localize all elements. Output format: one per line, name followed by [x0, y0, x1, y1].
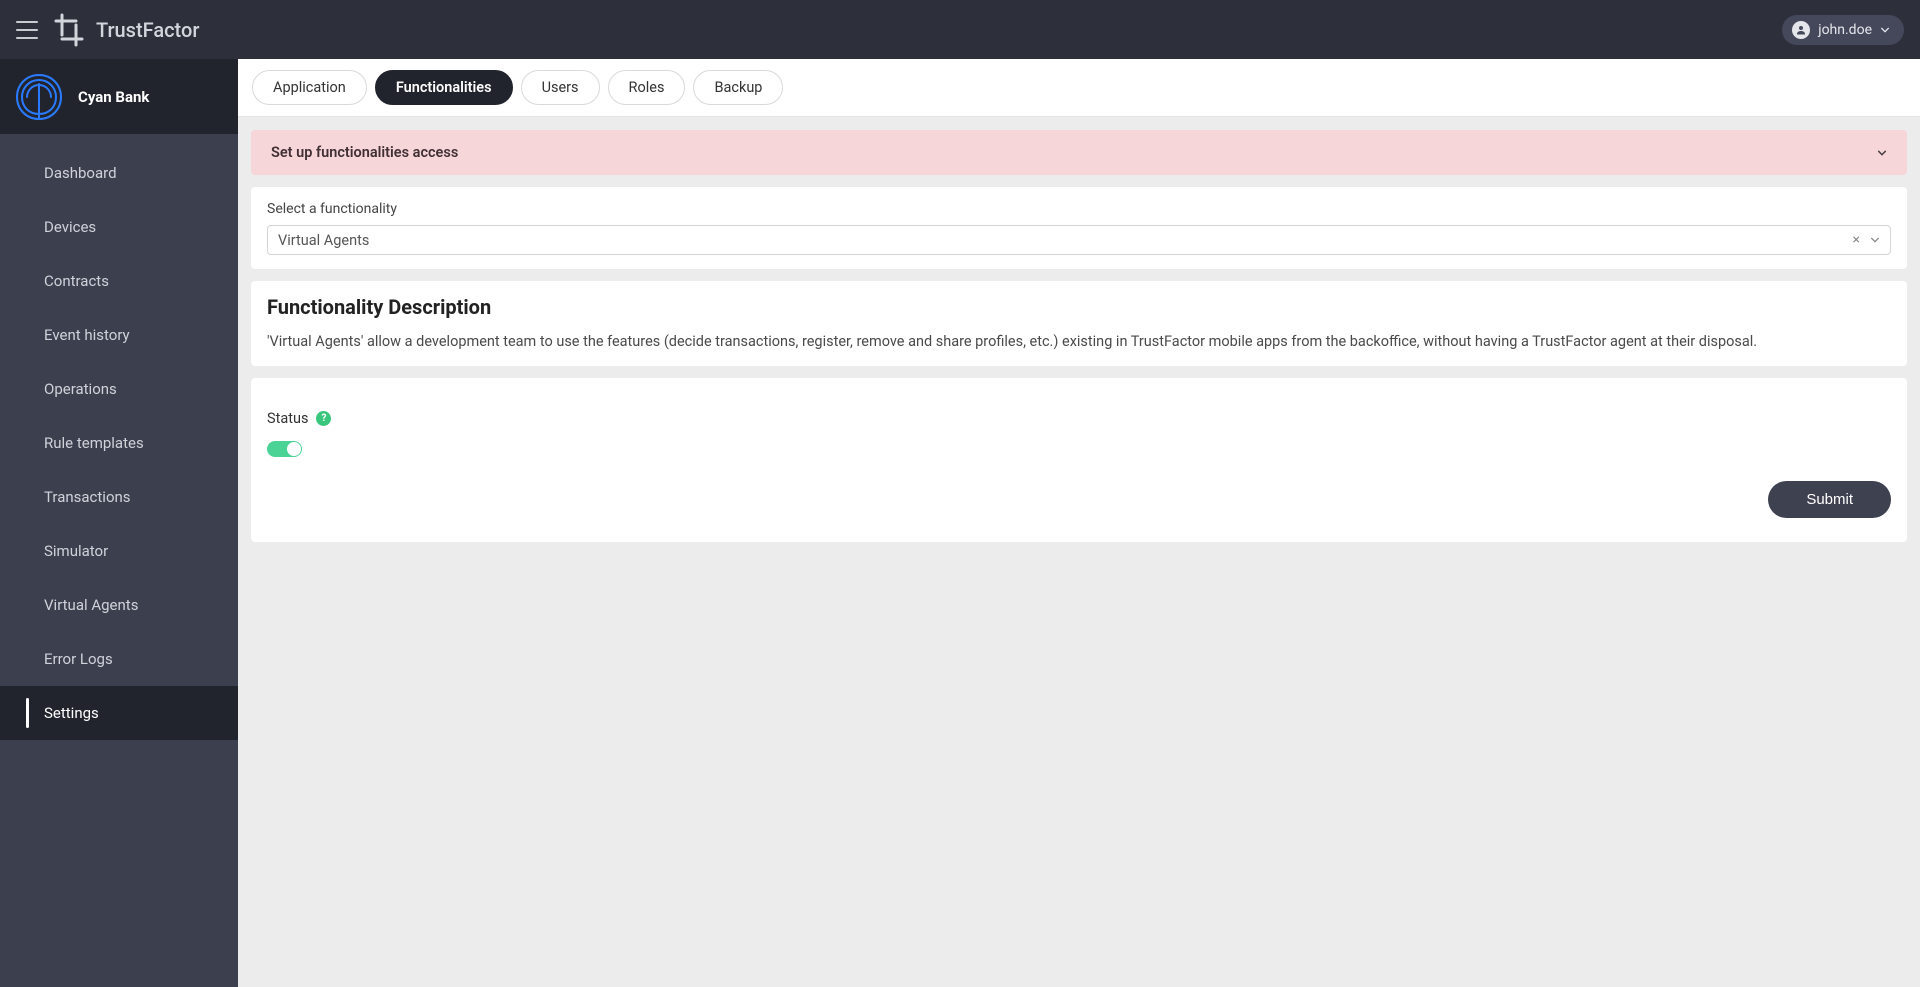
info-icon[interactable]: ? — [316, 411, 331, 426]
sidebar-item-transactions[interactable]: Transactions — [0, 470, 238, 524]
chevron-down-icon — [1870, 235, 1880, 245]
description-body: 'Virtual Agents' allow a development tea… — [267, 331, 1891, 352]
content: ApplicationFunctionalitiesUsersRolesBack… — [238, 59, 1920, 987]
functionality-select-label: Select a functionality — [267, 201, 1891, 217]
org-name: Cyan Bank — [78, 88, 149, 106]
sidebar-item-operations[interactable]: Operations — [0, 362, 238, 416]
sidebar-item-event-history[interactable]: Event history — [0, 308, 238, 362]
tab-functionalities[interactable]: Functionalities — [375, 70, 513, 105]
user-menu[interactable]: john.doe — [1782, 15, 1904, 45]
sidebar-item-rule-templates[interactable]: Rule templates — [0, 416, 238, 470]
notice-banner[interactable]: Set up functionalities access — [251, 130, 1907, 175]
submit-row: Submit — [267, 481, 1891, 526]
topbar: TrustFactor john.doe — [0, 0, 1920, 59]
tab-backup[interactable]: Backup — [693, 70, 783, 105]
tab-application[interactable]: Application — [252, 70, 367, 105]
sidebar-item-settings[interactable]: Settings — [0, 686, 238, 740]
chevron-down-icon — [1880, 25, 1890, 35]
tab-users[interactable]: Users — [521, 70, 600, 105]
clear-icon[interactable]: × — [1853, 233, 1860, 247]
user-avatar-icon — [1792, 21, 1810, 39]
tabbar: ApplicationFunctionalitiesUsersRolesBack… — [238, 59, 1920, 117]
sidebar-item-error-logs[interactable]: Error Logs — [0, 632, 238, 686]
functionality-select[interactable]: Virtual Agents × — [267, 225, 1891, 255]
description-heading: Functionality Description — [267, 295, 1891, 319]
status-label: Status — [267, 410, 308, 427]
sidebar-item-dashboard[interactable]: Dashboard — [0, 146, 238, 200]
notice-text: Set up functionalities access — [271, 144, 458, 161]
sidebar-nav: DashboardDevicesContractsEvent historyOp… — [0, 134, 238, 740]
functionality-select-value: Virtual Agents — [278, 232, 369, 249]
sidebar-item-contracts[interactable]: Contracts — [0, 254, 238, 308]
status-toggle[interactable] — [267, 441, 302, 457]
app-title: TrustFactor — [96, 18, 199, 42]
sidebar-item-simulator[interactable]: Simulator — [0, 524, 238, 578]
main-inner: Set up functionalities access Select a f… — [238, 117, 1920, 555]
functionality-selector-panel: Select a functionality Virtual Agents × — [251, 187, 1907, 269]
sidebar: Cyan Bank DashboardDevicesContractsEvent… — [0, 59, 238, 987]
status-row: Status ? — [267, 410, 1891, 427]
description-panel: Functionality Description 'Virtual Agent… — [251, 281, 1907, 366]
menu-toggle-icon[interactable] — [16, 21, 38, 39]
org-logo-icon — [14, 72, 64, 122]
submit-button[interactable]: Submit — [1768, 481, 1891, 518]
app-brand: TrustFactor — [52, 11, 199, 49]
app-logo-icon — [52, 11, 86, 49]
tab-roles[interactable]: Roles — [608, 70, 686, 105]
status-panel: Status ? Submit — [251, 378, 1907, 542]
user-name: john.doe — [1818, 22, 1872, 38]
sidebar-item-devices[interactable]: Devices — [0, 200, 238, 254]
topbar-left: TrustFactor — [16, 11, 199, 49]
org-block: Cyan Bank — [0, 59, 238, 134]
sidebar-item-virtual-agents[interactable]: Virtual Agents — [0, 578, 238, 632]
chevron-down-icon — [1877, 148, 1887, 158]
